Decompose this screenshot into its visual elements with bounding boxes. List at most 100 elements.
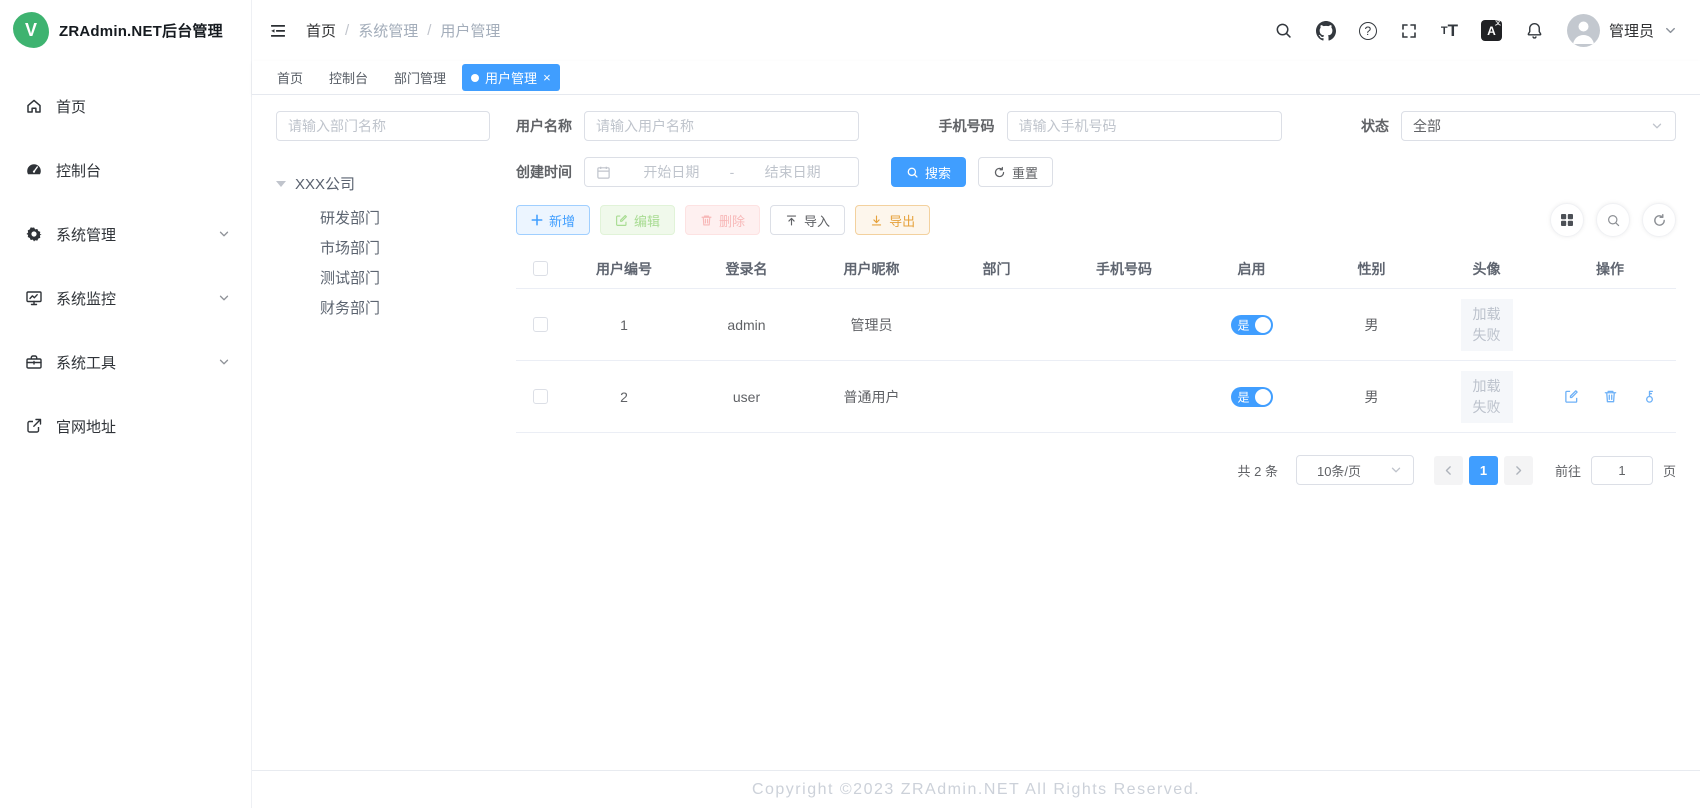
tab-console[interactable]: 控制台 (319, 63, 378, 92)
breadcrumb-home[interactable]: 首页 (306, 20, 336, 41)
tab-dept-manage[interactable]: 部门管理 (384, 63, 456, 92)
avatar (1567, 14, 1600, 47)
active-dot-icon (471, 74, 479, 82)
breadcrumb-current: 用户管理 (440, 20, 500, 41)
col-header-login: 登录名 (684, 259, 809, 279)
row-edit-icon[interactable] (1564, 389, 1579, 404)
page-size-select[interactable]: 10条/页 (1296, 455, 1414, 485)
sidebar-item-home[interactable]: 首页 (0, 74, 251, 138)
row-reset-password-icon[interactable] (1642, 389, 1657, 404)
page-footer: Copyright ©2023 ZRAdmin.NET All Rights R… (252, 770, 1700, 808)
chevron-down-icon (217, 291, 231, 305)
goto-label: 前往 (1555, 461, 1581, 480)
filter-row-1: 用户名称 手机号码 状态 全部 (516, 111, 1676, 141)
cell-nickname: 管理员 (809, 315, 934, 335)
page-number-1[interactable]: 1 (1469, 456, 1498, 485)
add-button[interactable]: 新增 (516, 205, 590, 235)
tabs-bar: 首页 控制台 部门管理 用户管理 × (252, 61, 1700, 95)
cell-gender: 男 (1314, 387, 1429, 407)
status-select[interactable]: 全部 (1401, 111, 1676, 141)
dept-search-input[interactable] (276, 111, 490, 141)
start-date-placeholder: 开始日期 (617, 162, 726, 182)
help-icon[interactable]: ? (1359, 22, 1377, 40)
enabled-toggle[interactable]: 是 (1231, 315, 1273, 335)
tree-node-dept[interactable]: 财务部门 (320, 300, 490, 317)
row-checkbox[interactable] (533, 389, 548, 404)
phone-input[interactable] (1007, 111, 1282, 141)
import-button[interactable]: 导入 (770, 205, 845, 235)
end-date-placeholder: 结束日期 (738, 162, 847, 182)
goto-page-input[interactable] (1591, 456, 1653, 485)
collapse-sidebar-icon[interactable] (268, 21, 288, 41)
table-toolbar: 新增 编辑 删除 导入 (516, 203, 1676, 237)
tree-node-dept[interactable]: 市场部门 (320, 240, 490, 257)
home-icon (25, 97, 43, 115)
search-button[interactable]: 搜索 (891, 157, 966, 187)
prev-page-button[interactable] (1434, 456, 1463, 485)
user-menu[interactable]: 管理员 (1567, 14, 1678, 47)
col-header-nickname: 用户昵称 (809, 259, 934, 279)
select-all-checkbox[interactable] (533, 261, 548, 276)
app-root: V ZRAdmin.NET后台管理 首页 控制台 系统管理 (0, 0, 1700, 808)
cell-nickname: 普通用户 (809, 387, 934, 407)
chevron-down-icon (1650, 119, 1664, 133)
sidebar-item-label: 系统监控 (56, 288, 116, 309)
sidebar-item-system-manage[interactable]: 系统管理 (0, 202, 251, 266)
tree-node-dept[interactable]: 测试部门 (320, 270, 490, 287)
date-separator: - (726, 164, 739, 180)
delete-button[interactable]: 删除 (685, 205, 760, 235)
dept-tree: XXX公司 研发部门 市场部门 测试部门 财务部门 (276, 173, 490, 317)
sidebar-item-label: 控制台 (56, 160, 101, 181)
filter-row-2: 创建时间 开始日期 - 结束日期 搜索 (516, 157, 1676, 187)
date-range-picker[interactable]: 开始日期 - 结束日期 (584, 157, 859, 187)
search-icon[interactable] (1274, 21, 1293, 40)
create-time-label: 创建时间 (516, 162, 572, 182)
app-logo: V ZRAdmin.NET后台管理 (0, 0, 251, 60)
cell-user-id: 1 (564, 317, 684, 333)
row-delete-icon[interactable] (1603, 389, 1618, 404)
refresh-button[interactable] (1642, 203, 1676, 237)
chevron-down-icon (1663, 23, 1678, 38)
breadcrumb-system[interactable]: 系统管理 (358, 20, 418, 41)
pagination: 共 2 条 10条/页 1 前往 (516, 455, 1676, 485)
avatar-load-failed: 加载 失败 (1461, 299, 1513, 351)
breadcrumb-separator: / (427, 22, 431, 39)
language-icon[interactable]: A文 (1481, 20, 1502, 41)
sidebar-item-dashboard[interactable]: 控制台 (0, 138, 251, 202)
user-name-input[interactable] (584, 111, 859, 141)
bell-icon[interactable] (1525, 21, 1544, 40)
chevron-down-icon (1389, 463, 1403, 477)
cell-login: admin (684, 317, 809, 333)
avatar-load-failed: 加载 失败 (1461, 371, 1513, 423)
col-header-user-id: 用户编号 (564, 259, 684, 279)
tree-node-root[interactable]: XXX公司 (276, 173, 490, 194)
github-icon[interactable] (1316, 21, 1336, 41)
next-page-button[interactable] (1504, 456, 1533, 485)
export-button[interactable]: 导出 (855, 205, 930, 235)
user-panel: 用户名称 手机号码 状态 全部 (516, 111, 1676, 770)
total-count: 共 2 条 (1238, 461, 1278, 480)
row-checkbox[interactable] (533, 317, 548, 332)
dept-panel: XXX公司 研发部门 市场部门 测试部门 财务部门 (276, 111, 490, 770)
close-icon[interactable]: × (543, 71, 551, 84)
monitor-icon (25, 289, 43, 307)
main-area: 首页 / 系统管理 / 用户管理 ? TT A文 (252, 0, 1700, 808)
sidebar-item-system-tools[interactable]: 系统工具 (0, 330, 251, 394)
fullscreen-icon[interactable] (1400, 22, 1418, 40)
font-size-icon[interactable]: TT (1441, 21, 1458, 41)
table-search-button[interactable] (1596, 203, 1630, 237)
sidebar-item-official-site[interactable]: 官网地址 (0, 394, 251, 458)
edit-button[interactable]: 编辑 (600, 205, 675, 235)
dashboard-icon (25, 161, 43, 179)
tree-node-dept[interactable]: 研发部门 (320, 210, 490, 227)
sidebar-item-system-monitor[interactable]: 系统监控 (0, 266, 251, 330)
col-header-avatar: 头像 (1429, 259, 1544, 279)
table-header-row: 用户编号 登录名 用户昵称 部门 手机号码 启用 性别 头像 操作 (516, 249, 1676, 289)
tab-user-manage[interactable]: 用户管理 × (462, 64, 560, 91)
breadcrumb: 首页 / 系统管理 / 用户管理 (306, 20, 500, 41)
tab-home[interactable]: 首页 (267, 63, 313, 92)
columns-grid-button[interactable] (1550, 203, 1584, 237)
enabled-toggle[interactable]: 是 (1231, 387, 1273, 407)
reset-button[interactable]: 重置 (978, 157, 1053, 187)
col-header-phone: 手机号码 (1059, 259, 1189, 279)
